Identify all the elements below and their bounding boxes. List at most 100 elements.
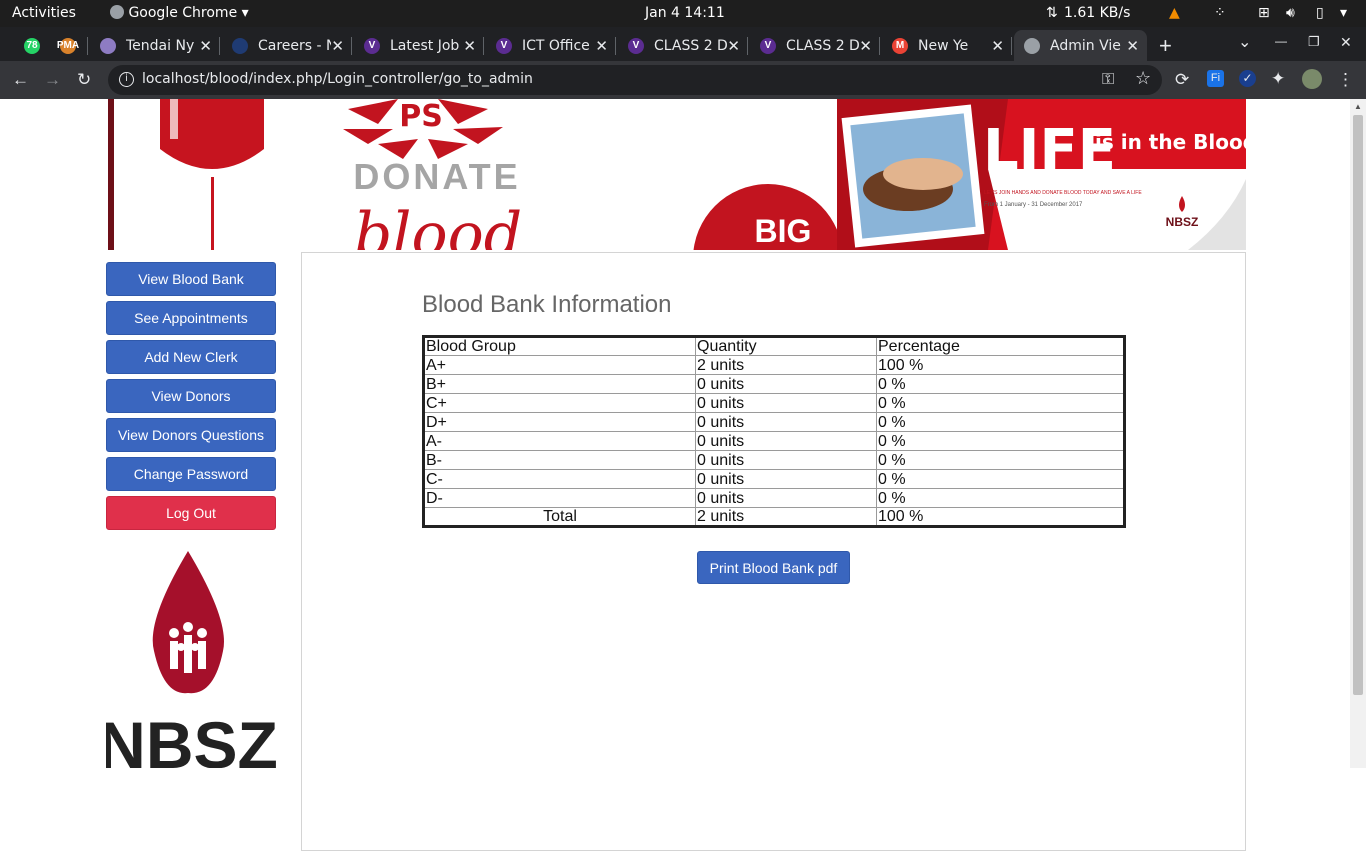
extensions-puzzle-icon[interactable]: ✦	[1271, 70, 1285, 87]
extension-sync-icon[interactable]: ⟳	[1175, 71, 1189, 88]
nbsz-logo: NBSZ	[106, 551, 276, 768]
system-menu-caret-icon[interactable]: ▾	[1340, 5, 1347, 21]
volume-icon[interactable]: 🔊︎	[1286, 5, 1295, 21]
tab-close-icon[interactable]: ✕	[727, 37, 740, 55]
cell-percentage: 0 %	[876, 412, 1125, 432]
tab-strip: 78 PMA Tendai Ny ✕ Careers - N ✕ V Latest Job ✕ V…	[0, 27, 1366, 61]
browser-tab[interactable]: 78	[14, 30, 48, 61]
cell-quantity: 0 units	[695, 450, 877, 470]
cell-quantity: 0 units	[695, 431, 877, 451]
tab-close-icon[interactable]: ✕	[991, 37, 1004, 55]
tab-close-icon[interactable]: ✕	[595, 37, 608, 55]
table-row: D+ 0 units 0 %	[423, 412, 1125, 432]
cell-blood-group: B+	[423, 374, 696, 394]
cell-quantity: 0 units	[695, 412, 877, 432]
bookmark-star-icon[interactable]: ☆	[1135, 70, 1151, 88]
tab-close-icon[interactable]: ✕	[199, 37, 212, 55]
extension-fi-icon[interactable]: Fi	[1207, 70, 1224, 87]
back-arrow-icon[interactable]: ←	[12, 71, 29, 88]
v-icon: V	[628, 37, 644, 54]
tab-search-icon[interactable]: ⌄	[1238, 35, 1251, 51]
tab-title: Latest Job	[390, 37, 460, 54]
forward-arrow-icon[interactable]: →	[44, 71, 61, 88]
tab-close-icon[interactable]: ✕	[331, 37, 344, 55]
cell-blood-group: A-	[423, 431, 696, 451]
cell-percentage: 0 %	[876, 450, 1125, 470]
browser-tab[interactable]: Tendai Ny ✕	[90, 30, 220, 61]
browser-tab[interactable]: PMA	[50, 30, 88, 61]
add-new-clerk-button[interactable]: Add New Clerk	[106, 340, 276, 374]
omnibox[interactable]: i localhost/blood/index.php/Login_contro…	[108, 65, 1162, 95]
main-panel: Blood Bank Information Blood Group Quant…	[301, 252, 1246, 851]
close-window-icon[interactable]: ✕	[1340, 35, 1352, 49]
tab-title: Careers - N	[258, 37, 332, 54]
scrollbar-thumb[interactable]	[1353, 115, 1363, 695]
view-blood-bank-button[interactable]: View Blood Bank	[106, 262, 276, 296]
header-blood-group: Blood Group	[423, 336, 696, 356]
site-info-icon[interactable]: i	[119, 72, 134, 87]
banner-life-suffix: is in the Blood	[1095, 130, 1246, 154]
wired-network-icon[interactable]: ⊞	[1258, 5, 1270, 21]
cell-quantity: 0 units	[695, 393, 877, 413]
tab-close-icon[interactable]: ✕	[1126, 37, 1139, 55]
vlc-icon[interactable]: ▲	[1169, 5, 1180, 21]
key-icon[interactable]: ⚿	[1102, 71, 1114, 87]
v-icon: V	[496, 37, 512, 54]
browser-tab[interactable]: V Latest Job ✕	[354, 30, 484, 61]
log-out-button[interactable]: Log Out	[106, 496, 276, 530]
banner-tagline: LET'S JOIN HANDS AND DONATE BLOOD TODAY …	[984, 190, 1142, 196]
profile-avatar[interactable]	[1302, 69, 1322, 89]
minimize-window-icon[interactable]: —	[1275, 35, 1287, 47]
cell-total-label: Total	[423, 507, 696, 527]
browser-tab[interactable]: Admin Vie ✕	[1014, 30, 1147, 61]
cell-percentage: 0 %	[876, 374, 1125, 394]
media-icon[interactable]: ⁘	[1214, 5, 1226, 21]
url-text[interactable]: localhost/blood/index.php/Login_controll…	[142, 71, 533, 87]
activities-button[interactable]: Activities	[12, 5, 76, 21]
table-row: B+ 0 units 0 %	[423, 374, 1125, 394]
tab-close-icon[interactable]: ✕	[463, 37, 476, 55]
banner-artwork: PS DONATE blood BIG LIFE is in the Blood…	[108, 99, 1246, 250]
network-speed[interactable]: 1.61 KB/s	[1064, 5, 1130, 21]
tab-title: CLASS 2 D	[654, 37, 728, 54]
restore-window-icon[interactable]: ❐	[1308, 35, 1320, 48]
tab-close-icon[interactable]: ✕	[859, 37, 872, 55]
header-banner: PS DONATE blood BIG LIFE is in the Blood…	[108, 99, 1246, 250]
extension-check-icon[interactable]: ✓	[1239, 70, 1256, 87]
tab-title: Tendai Ny	[126, 37, 195, 54]
banner-dates: From 1 January - 31 December 2017	[984, 202, 1083, 208]
cell-total-quantity: 2 units	[695, 507, 877, 527]
browser-tab[interactable]: Careers - N ✕	[222, 30, 352, 61]
see-appointments-button[interactable]: See Appointments	[106, 301, 276, 335]
view-donors-questions-button[interactable]: View Donors Questions	[106, 418, 276, 452]
browser-tab[interactable]: V CLASS 2 D ✕	[750, 30, 880, 61]
banner-ps-logo: PS	[399, 99, 443, 134]
chrome-menu-icon[interactable]: ⋮	[1337, 71, 1354, 88]
cell-total-percentage: 100 %	[876, 507, 1125, 527]
tab-separator	[351, 37, 352, 55]
tab-separator	[87, 37, 88, 55]
scroll-up-icon[interactable]: ▲	[1354, 102, 1362, 111]
page-scrollbar[interactable]: ▲	[1350, 99, 1366, 768]
new-tab-icon[interactable]: +	[1159, 35, 1172, 57]
tab-title: Admin Vie	[1050, 37, 1121, 54]
table-header-row: Blood Group Quantity Percentage	[423, 336, 1125, 356]
battery-icon[interactable]: ▯	[1316, 5, 1324, 21]
app-menu[interactable]: Google Chrome ▾	[110, 5, 249, 21]
app-name: Google Chrome	[128, 5, 238, 21]
view-donors-button[interactable]: View Donors	[106, 379, 276, 413]
reload-icon[interactable]: ↻	[77, 71, 91, 88]
browser-tab[interactable]: V CLASS 2 D ✕	[618, 30, 748, 61]
change-password-button[interactable]: Change Password	[106, 457, 276, 491]
browser-tab[interactable]: V ICT Office ✕	[486, 30, 616, 61]
cell-percentage: 0 %	[876, 469, 1125, 489]
clock[interactable]: Jan 4 14:11	[645, 5, 725, 21]
cell-quantity: 0 units	[695, 374, 877, 394]
tab-separator	[747, 37, 748, 55]
cell-blood-group: C-	[423, 469, 696, 489]
cell-quantity: 0 units	[695, 469, 877, 489]
system-top-bar: Activities Google Chrome ▾ Jan 4 14:11 ⇅…	[0, 0, 1366, 27]
print-blood-bank-pdf-button[interactable]: Print Blood Bank pdf	[697, 551, 850, 584]
browser-tab[interactable]: M New Ye ✕	[882, 30, 1012, 61]
total-row: Total 2 units 100 %	[423, 507, 1125, 527]
